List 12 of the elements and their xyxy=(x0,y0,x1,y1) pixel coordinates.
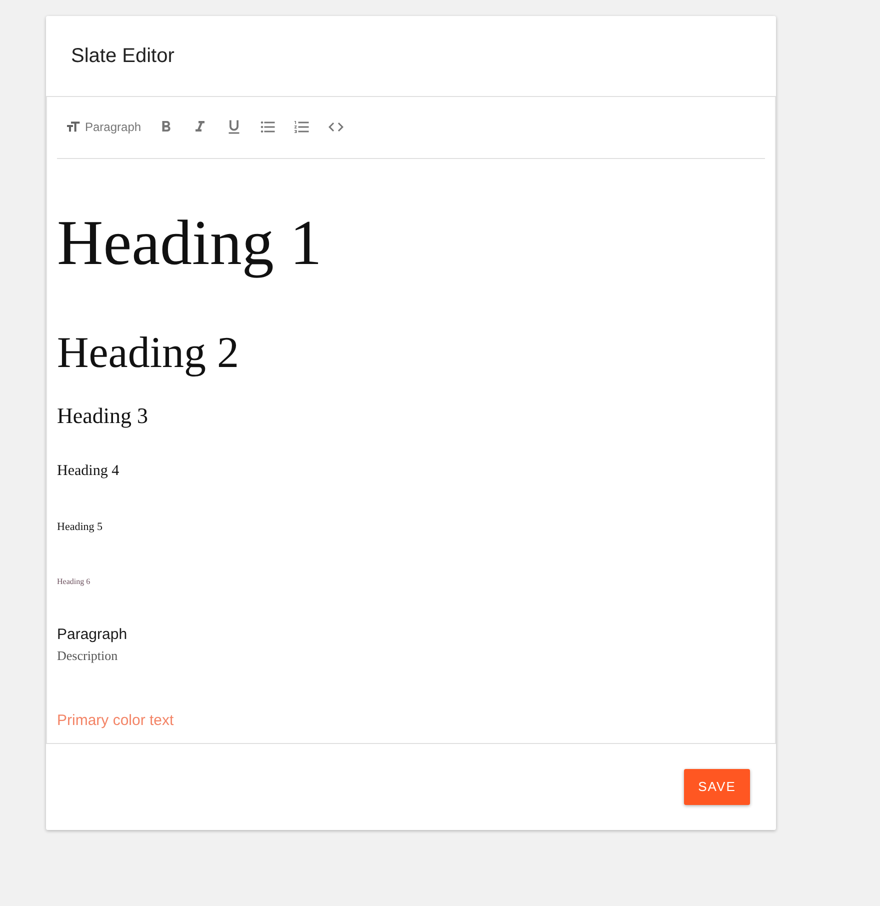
save-button[interactable]: SAVE xyxy=(684,769,750,805)
highlighted-text: Primary color text xyxy=(57,713,174,728)
numbered-list-icon xyxy=(293,118,312,136)
heading-text: Heading 4 xyxy=(57,464,120,479)
block-type-button[interactable]: Paragraph xyxy=(57,109,150,145)
heading-text: Heading 3 xyxy=(57,405,148,427)
heading-text: Heading 6 xyxy=(57,578,90,586)
card-title: Slate Editor xyxy=(71,44,174,69)
paragraph-text: Paragraph xyxy=(57,627,128,642)
heading-text: Heading 5 xyxy=(57,522,103,533)
heading-text: Heading 2 xyxy=(57,331,240,375)
description-text: Description xyxy=(57,649,118,662)
